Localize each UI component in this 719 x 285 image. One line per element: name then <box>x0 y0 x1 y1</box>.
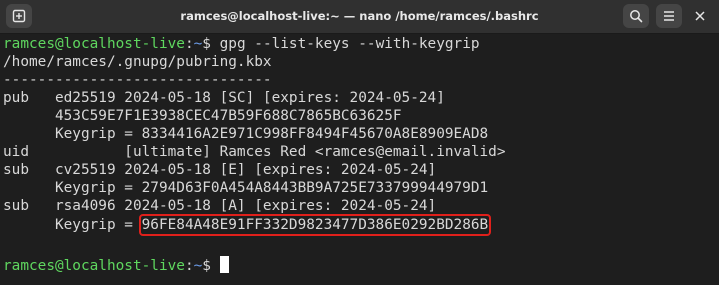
close-icon <box>695 11 705 21</box>
hamburger-menu-icon <box>664 11 674 21</box>
output-line: pub ed25519 2024-05-18 [SC] [expires: 20… <box>3 90 445 106</box>
output-line: Keygrip = 8334416A2E971C998FF8494F45670A… <box>3 126 489 142</box>
output-line: sub rsa4096 2024-05-18 [A] [expires: 202… <box>3 198 437 214</box>
prompt-path: ~ <box>193 36 203 52</box>
search-icon <box>630 10 643 23</box>
prompt-user: ramces@localhost-live <box>3 258 185 274</box>
output-line: sub cv25519 2024-05-18 [E] [expires: 202… <box>3 162 437 178</box>
text-cursor <box>219 256 229 273</box>
output-line: ------------------------------- <box>3 72 272 88</box>
prompt-user: ramces@localhost-live <box>3 36 185 52</box>
menu-button[interactable] <box>656 4 682 28</box>
prompt-separator: : <box>184 258 194 274</box>
title-bar: ramces@localhost-live:~ — nano /home/ram… <box>0 0 719 34</box>
output-line: /home/ramces/.gnupg/pubring.kbx <box>3 54 272 70</box>
keygrip-label: Keygrip = <box>3 217 142 233</box>
highlighted-keygrip: 96FE84A48E91FF332D9823477D386E0292BD286B <box>138 214 492 236</box>
search-button[interactable] <box>623 4 649 28</box>
output-line: Keygrip = 2794D63F0A454A8443BB9A725E7337… <box>3 180 489 196</box>
prompt-separator: : <box>184 36 194 52</box>
output-line: 453C59E7F1E3938CEC47B59F688C7865BC63625F <box>3 108 402 124</box>
command-line-2: ramces@localhost-live:~$ <box>3 256 229 274</box>
prompt-symbol: $ <box>202 36 220 52</box>
window-title: ramces@localhost-live:~ — nano /home/ram… <box>180 9 539 23</box>
command-line-1: ramces@localhost-live:~$ gpg --list-keys… <box>3 36 480 54</box>
command-text: gpg --list-keys --with-keygrip <box>219 36 480 52</box>
terminal-output[interactable]: ramces@localhost-live:~$ gpg --list-keys… <box>0 34 719 285</box>
close-button[interactable] <box>688 4 712 28</box>
prompt-path: ~ <box>193 258 203 274</box>
terminal-window: ramces@localhost-live:~ — nano /home/ram… <box>0 0 719 285</box>
prompt-symbol: $ <box>202 258 220 274</box>
output-line: uid [ultimate] Ramces Red <ramces@email.… <box>3 144 506 160</box>
keygrip-line: Keygrip = 96FE84A48E91FF332D9823477D386E… <box>3 214 492 236</box>
